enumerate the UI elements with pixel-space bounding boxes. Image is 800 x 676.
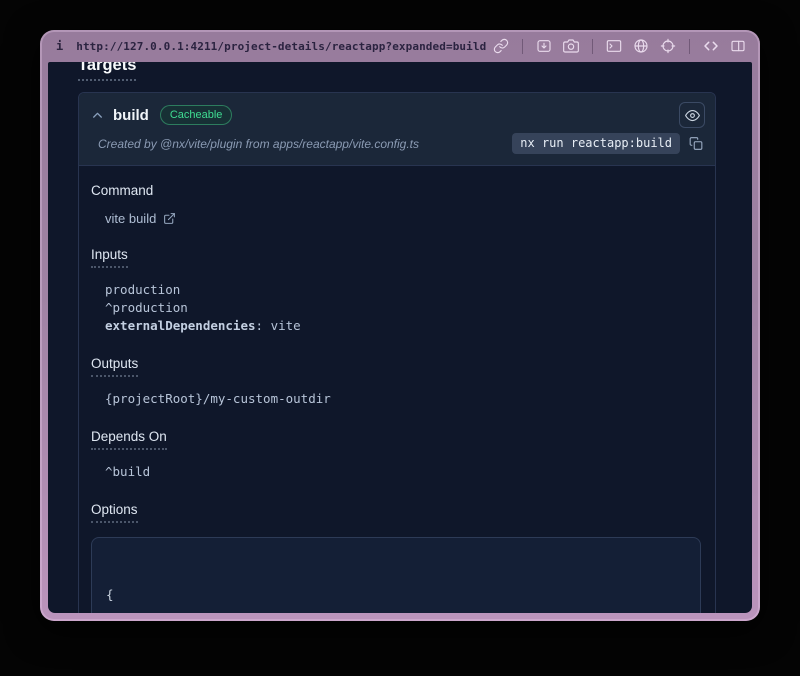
- inputs-section: Inputs production ^production externalDe…: [79, 247, 715, 335]
- url-bar[interactable]: http://127.0.0.1:4211/project-details/re…: [76, 40, 486, 53]
- chevron-up-icon[interactable]: [91, 109, 104, 122]
- json-line-open: {: [106, 586, 686, 604]
- input-item: ^production: [105, 299, 715, 317]
- build-header-subrow: Created by @nx/vite/plugin from apps/rea…: [79, 133, 715, 165]
- camera-icon[interactable]: [563, 38, 579, 54]
- input-item: production: [105, 281, 715, 299]
- browser-window: i http://127.0.0.1:4211/project-details/…: [40, 30, 760, 621]
- info-icon: i: [56, 39, 63, 53]
- outputs-section: Outputs {projectRoot}/my-custom-outdir: [79, 356, 715, 408]
- toolbar-separator: [522, 39, 523, 54]
- command-text: vite build: [105, 211, 156, 226]
- options-label[interactable]: Options: [91, 502, 138, 523]
- split-panel-icon[interactable]: [730, 38, 746, 54]
- depends-on-item: ^build: [105, 463, 715, 481]
- created-by-text: Created by @nx/vite/plugin from apps/rea…: [98, 137, 419, 151]
- output-item: {projectRoot}/my-custom-outdir: [105, 390, 715, 408]
- target-card-build: build Cacheable Created by @nx/vite/plug…: [78, 92, 716, 613]
- depends-on-label[interactable]: Depends On: [91, 429, 167, 450]
- inputs-label[interactable]: Inputs: [91, 247, 128, 268]
- target-icon[interactable]: [660, 38, 676, 54]
- input-key-value: : vite: [256, 318, 301, 333]
- build-header-row[interactable]: build Cacheable: [79, 93, 715, 133]
- target-name: build: [113, 107, 149, 124]
- run-command-chip: nx run reactapp:build: [512, 133, 680, 154]
- view-in-graph-button[interactable]: [679, 102, 705, 128]
- copy-icon[interactable]: [689, 136, 703, 151]
- link-icon[interactable]: [493, 38, 509, 54]
- cacheable-badge: Cacheable: [160, 105, 233, 125]
- project-details-page: Targets build Cacheable C: [48, 62, 752, 613]
- page-viewport: Targets build Cacheable C: [48, 62, 752, 613]
- build-card-header: build Cacheable Created by @nx/vite/plug…: [79, 93, 715, 165]
- command-value: vite build: [105, 211, 715, 226]
- options-section: Options { "cwd": "apps/reactapp" }: [79, 502, 715, 613]
- input-item-keyed: externalDependencies: vite: [105, 317, 715, 335]
- input-key: externalDependencies: [105, 318, 256, 333]
- toolbar-separator: [592, 39, 593, 54]
- screencast-icon[interactable]: [536, 38, 552, 54]
- eye-icon: [685, 108, 700, 123]
- toolbar-separator: [689, 39, 690, 54]
- options-json-block: { "cwd": "apps/reactapp" }: [91, 537, 701, 613]
- build-card-body: Command vite build Inputs production ^pr…: [79, 165, 715, 613]
- outputs-label[interactable]: Outputs: [91, 356, 138, 377]
- external-link-icon[interactable]: [163, 212, 176, 225]
- browser-titlebar: i http://127.0.0.1:4211/project-details/…: [40, 30, 760, 62]
- titlebar-toolbar: [493, 38, 746, 54]
- code-icon[interactable]: [703, 38, 719, 54]
- command-label: Command: [91, 183, 153, 198]
- targets-heading: Targets: [78, 62, 136, 81]
- command-section: Command vite build: [79, 183, 715, 226]
- depends-on-section: Depends On ^build: [79, 429, 715, 481]
- terminal-icon[interactable]: [606, 38, 622, 54]
- globe-icon[interactable]: [633, 38, 649, 54]
